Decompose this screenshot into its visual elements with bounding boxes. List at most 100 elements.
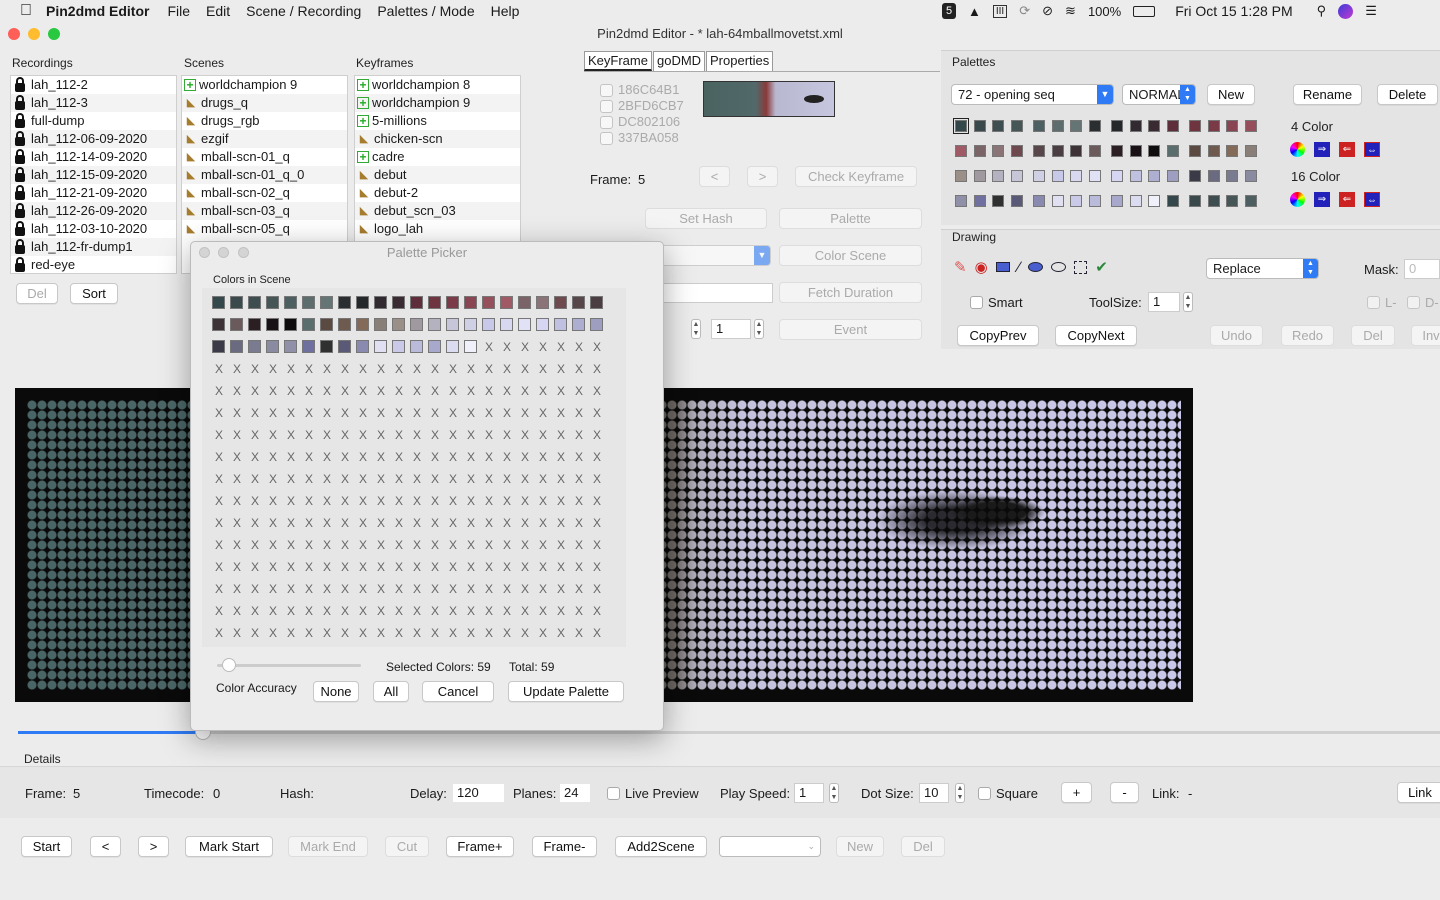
scene-color-swatch[interactable] (248, 296, 261, 309)
recordings-del-button[interactable]: Del (16, 283, 58, 304)
set-hash-button[interactable]: Set Hash (645, 208, 767, 229)
palette-select[interactable]: 72 - opening seq (951, 84, 1114, 105)
event-button[interactable]: Event (779, 319, 922, 340)
scene-color-swatch[interactable] (266, 318, 279, 331)
export-palette-icon[interactable]: ⇐ (1339, 142, 1355, 157)
start-button[interactable]: Start (21, 836, 72, 857)
palette-swatch[interactable] (1207, 195, 1220, 207)
keyframe-next-button[interactable]: > (747, 166, 778, 187)
dialog-close-button[interactable] (199, 247, 210, 258)
palette-swatch[interactable] (1010, 195, 1023, 207)
eyedropper-icon[interactable]: ✔ (1095, 258, 1108, 276)
scene-color-swatch[interactable] (518, 296, 531, 309)
palette-swatch[interactable] (1166, 145, 1179, 157)
play-speed-field[interactable]: 1 (794, 783, 824, 803)
palette-swatch[interactable] (953, 118, 969, 134)
dot-size-field[interactable]: 10 (919, 783, 949, 803)
swap-palette-icon[interactable]: ⇔ (1364, 142, 1380, 157)
scene-item[interactable]: ◣ mball-scn-02_q (182, 184, 347, 202)
scene-color-swatch[interactable] (410, 340, 423, 353)
scene-color-swatch[interactable] (500, 318, 513, 331)
palette-swatch[interactable] (1033, 120, 1045, 132)
palette-swatch[interactable] (1051, 120, 1064, 132)
scene-color-swatch[interactable] (500, 296, 513, 309)
scene-color-swatch[interactable] (284, 318, 297, 331)
menu-edit[interactable]: Edit (198, 3, 238, 19)
palette-swatch[interactable] (1111, 145, 1123, 157)
scene-color-swatch[interactable] (464, 318, 477, 331)
palette-swatch[interactable] (1129, 170, 1142, 182)
menu-scene-recording[interactable]: Scene / Recording (238, 3, 369, 19)
check-keyframe-button[interactable]: Check Keyframe (795, 166, 917, 187)
palette-swatch[interactable] (1070, 120, 1082, 132)
dot-size-stepper[interactable]: ▲ ▼ (955, 783, 965, 803)
palette-swatch[interactable] (1129, 195, 1142, 207)
scene-color-swatch[interactable] (536, 318, 549, 331)
select-icon[interactable] (1074, 260, 1088, 274)
scene-color-swatch[interactable] (212, 318, 225, 331)
scene-color-swatch[interactable] (590, 318, 603, 331)
recording-item[interactable]: lah_112-fr-dump1 (11, 238, 176, 256)
color-scene-button[interactable]: Color Scene (779, 245, 922, 266)
palette-swatch[interactable] (1051, 145, 1064, 157)
scene-color-swatch[interactable] (320, 340, 333, 353)
palette-swatch[interactable] (992, 120, 1004, 132)
recording-item[interactable]: lah_112-15-09-2020 (11, 166, 176, 184)
import-palette-icon-16[interactable]: ⇒ (1314, 192, 1330, 207)
scene-color-swatch[interactable] (446, 340, 459, 353)
palette-swatch[interactable] (1111, 195, 1123, 207)
control-center-icon[interactable]: ☰ (1365, 3, 1377, 19)
palette-swatch[interactable] (1088, 170, 1101, 182)
scene-color-swatch[interactable] (518, 318, 531, 331)
filled-ellipse-icon[interactable] (1028, 262, 1044, 272)
palette-swatch[interactable] (1226, 170, 1238, 182)
toolsize-field[interactable]: 1 (1148, 292, 1180, 312)
palette-swatch[interactable] (992, 145, 1004, 157)
add2scene-button[interactable]: Add2Scene (615, 836, 707, 857)
scene-color-swatch[interactable] (590, 296, 603, 309)
close-button[interactable] (8, 28, 20, 40)
palette-swatch[interactable] (1226, 195, 1238, 207)
accuracy-slider-knob[interactable] (221, 658, 236, 672)
hash-row[interactable]: 337BA058 (600, 130, 684, 146)
keyframe-item[interactable]: ◣ debut_scn_03 (355, 202, 520, 220)
keyframe-prev-button[interactable]: < (699, 166, 730, 187)
import-palette-icon[interactable]: ⇒ (1314, 142, 1330, 157)
keyframe-item[interactable]: ◣ logo_lah (355, 220, 520, 238)
palette-swatch[interactable] (955, 145, 967, 157)
palette-new-button[interactable]: New (1207, 84, 1255, 105)
scene-color-swatch[interactable] (320, 296, 333, 309)
palette-swatch[interactable] (1088, 145, 1101, 157)
export-palette-icon-16[interactable]: ⇐ (1339, 192, 1355, 207)
palette-swatch[interactable] (1166, 120, 1179, 132)
scene-color-swatch[interactable] (302, 296, 315, 309)
palette-swatch[interactable] (1189, 195, 1201, 207)
palette-swatch[interactable] (1070, 195, 1082, 207)
d-checkbox[interactable] (1407, 296, 1420, 309)
color-wheel-icon-16[interactable] (1290, 192, 1305, 207)
cone-icon[interactable]: ▲ (968, 4, 981, 19)
recording-item[interactable]: lah_112-21-09-2020 (11, 184, 176, 202)
fill-icon[interactable]: ◉ (975, 258, 988, 276)
delay-field[interactable]: 120 (452, 783, 505, 803)
palette-delete-button[interactable]: Delete (1377, 84, 1438, 105)
cut-button[interactable]: Cut (385, 836, 429, 857)
palette-swatch[interactable] (1244, 120, 1257, 132)
palette-swatch[interactable] (992, 170, 1004, 182)
hash-row[interactable]: DC802106 (600, 114, 684, 130)
rectangle-icon[interactable] (995, 262, 1010, 272)
scene-color-swatch[interactable] (356, 340, 369, 353)
palette-swatch[interactable] (1207, 145, 1220, 157)
scene-color-swatch[interactable] (446, 296, 459, 309)
scene-color-swatch[interactable] (572, 318, 585, 331)
scene-color-swatch[interactable] (266, 296, 279, 309)
link-button[interactable]: Link (1397, 782, 1440, 803)
recording-item[interactable]: lah_112-2 (11, 76, 176, 94)
scene-color-swatch[interactable] (410, 296, 423, 309)
live-preview-checkbox[interactable] (607, 787, 620, 800)
scene-color-swatch[interactable] (302, 318, 315, 331)
palette-swatch[interactable] (1148, 195, 1160, 207)
update-palette-button[interactable]: Update Palette (508, 681, 624, 702)
palette-swatch[interactable] (1244, 170, 1257, 182)
menu-file[interactable]: File (159, 3, 198, 19)
